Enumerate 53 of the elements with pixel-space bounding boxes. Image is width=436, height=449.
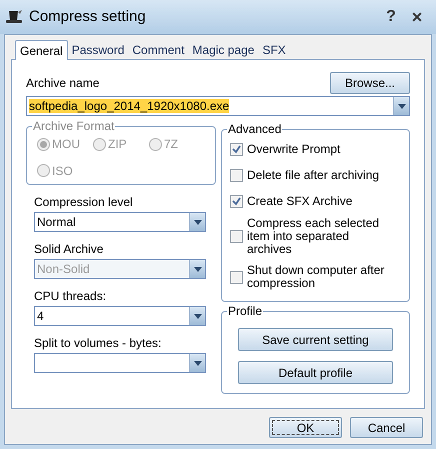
checkbox-label: Compress each selected item into separated archives	[247, 216, 380, 256]
caret-icon	[194, 360, 202, 366]
group-title: Archive Format	[32, 119, 116, 133]
dropdown-field[interactable]: 4	[34, 306, 206, 326]
checkbox[interactable]	[230, 142, 243, 156]
checkbox-label: Delete file after archiving	[247, 168, 380, 182]
group-title: Advanced	[227, 122, 282, 136]
caret-icon	[194, 314, 202, 318]
group-title: Profile	[227, 304, 264, 318]
field-label: CPU threads:	[34, 288, 108, 303]
dropdown-button[interactable]	[189, 354, 205, 372]
dropdown-button[interactable]	[189, 307, 205, 325]
combo-value: Non-Solid	[37, 262, 90, 276]
field-label: Split to volumes - bytes:	[34, 335, 162, 350]
button[interactable]: OK	[269, 417, 342, 438]
window-title: Compress setting	[29, 6, 146, 27]
combo-value: Normal	[37, 215, 76, 229]
tab[interactable]: SFX	[258, 41, 290, 59]
checkbox[interactable]	[230, 168, 243, 182]
help-button[interactable]: ?	[379, 5, 403, 29]
magician-hat-icon	[5, 9, 23, 25]
field-label: Compression level	[34, 194, 134, 209]
field-label: Solid Archive	[34, 241, 104, 256]
caret-icon	[194, 220, 202, 224]
dropdown-field[interactable]: Normal	[34, 212, 206, 232]
checkbox-label: Shut down computer after compression	[247, 264, 386, 290]
dropdown-field[interactable]	[34, 353, 206, 373]
close-button[interactable]: ×	[403, 4, 431, 30]
tab[interactable]: General	[15, 40, 68, 60]
archive-name-field[interactable]: softpedia_logo_2014_1920x1080.exe	[26, 96, 410, 116]
button[interactable]: Default profile	[238, 361, 393, 384]
button[interactable]: Cancel	[350, 417, 423, 438]
field-label: Archive name	[26, 75, 100, 92]
dropdown-button[interactable]	[393, 97, 409, 115]
button[interactable]: Save current setting	[238, 328, 393, 351]
caret-icon	[398, 104, 406, 108]
caret-icon	[194, 266, 202, 272]
checkbox[interactable]	[230, 230, 243, 242]
tab[interactable]: Magic page	[188, 41, 258, 59]
checkbox[interactable]	[230, 270, 243, 284]
checkbox-label: Overwrite Prompt	[247, 142, 342, 156]
checkbox[interactable]	[230, 194, 243, 208]
combo-value: softpedia_logo_2014_1920x1080.exe	[29, 99, 230, 113]
tab[interactable]: Comment	[128, 41, 188, 59]
radio-label: ISO	[52, 162, 73, 180]
checkbox-label: Create SFX Archive	[247, 194, 354, 208]
tab[interactable]: Password	[68, 41, 128, 59]
combo-value: 4	[37, 309, 44, 323]
radio-label: 7Z	[164, 136, 178, 153]
radio-label: MOU	[52, 136, 80, 153]
dropdown-button[interactable]	[189, 213, 205, 231]
radio-label: ZIP	[108, 136, 127, 153]
button[interactable]: Browse...	[330, 72, 410, 94]
